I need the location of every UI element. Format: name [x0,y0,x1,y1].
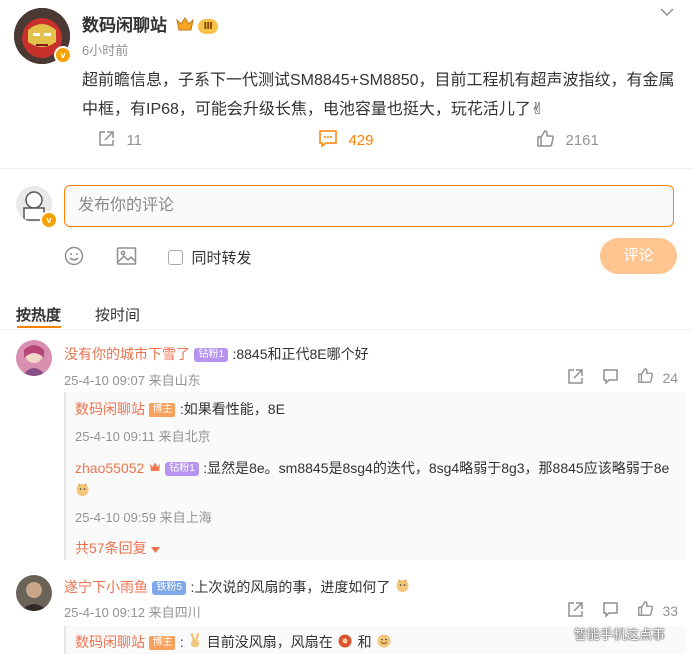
reply-line: 数码闲聊站 博主 : 目前没风扇，风扇在 和 [75,632,392,653]
comment-count: 429 [348,132,374,149]
image-icon[interactable] [116,246,137,271]
fan-crown-icon [149,460,165,477]
host-badge: 博主 [149,402,176,417]
more-replies-link[interactable]: 共57条回复 [75,538,161,558]
share-icon[interactable] [567,601,584,623]
post-time[interactable]: 6小时前 [82,40,128,59]
comment-line: 没有你的城市下雪了 钻粉1 :8845和正代8E哪个好 [64,344,369,364]
reply-author-name[interactable]: zhao55052 [75,460,144,476]
reply-meta: 25-4-10 09:59 来自上海 [75,510,212,525]
emoji-icon[interactable] [64,246,84,271]
reply-icon[interactable] [602,601,619,623]
reply-colon: : [179,634,184,650]
comment-button[interactable]: 429 [318,129,373,152]
checkbox-icon[interactable] [168,250,183,265]
comment-meta: 25-4-10 09:12 来自四川 [64,605,201,620]
repost-checkbox[interactable]: 同时转发 [168,247,251,268]
thumbs-up-icon [637,368,658,388]
repost-icon [97,129,116,152]
share-icon[interactable] [567,368,584,390]
comment-input[interactable] [65,186,673,226]
thumbs-up-icon [536,129,555,152]
comment-like-button[interactable]: 33 [637,600,678,622]
commenter-name[interactable]: 没有你的城市下雪了 [64,346,190,362]
thumbs-up-icon [637,601,658,621]
reply-icon[interactable] [602,368,619,390]
comment-box[interactable] [64,185,674,227]
comment-icon [318,129,338,152]
comment-like-count: 24 [662,370,679,386]
reply-text: :如果看性能，8E [179,401,285,417]
like-count: 2161 [565,132,599,149]
comment-meta: 25-4-10 09:07 来自山东 [64,373,201,388]
fan-badge: 铁粉5 [152,580,187,595]
post-text: 超前瞻信息，子系下一代测试SM8845+SM8850，目前工程机有超声波指纹，有… [82,72,675,118]
reply-line: 数码闲聊站 博主 :如果看性能，8E [75,399,285,419]
doge-emoji-icon [75,483,90,501]
repost-button[interactable]: 11 [97,129,142,152]
comment-like-button[interactable]: 24 [637,367,678,389]
reply-meta: 25-4-10 09:11 来自北京 [75,429,211,444]
reply-author-name[interactable]: 数码闲聊站 [75,634,145,650]
smile-emoji-icon [376,634,392,652]
commenter-avatar[interactable] [16,340,52,376]
level-badge: Ⅲ [198,19,218,35]
reply-author-name[interactable]: 数码闲聊站 [75,401,145,417]
host-badge: 博主 [149,635,176,650]
comment-text: :8845和正代8E哪个好 [232,346,369,362]
reply-text: :显然是8e。sm8845是8sg4的迭代，8sg4略弱于8g3，那8845应该… [203,460,670,476]
caret-down-icon [151,540,161,557]
comment-line: 遂宁下小雨鱼 铁粉5 :上次说的风扇的事，进度如何了 [64,577,410,598]
repost-count: 11 [126,132,143,149]
watermark-text: 智能手机这点事 [574,627,666,642]
like-button[interactable]: 2161 [536,129,599,152]
submit-comment-button[interactable]: 评论 [600,238,677,274]
comment-like-count: 33 [662,603,679,619]
reply-line: zhao55052 钻粉1 :显然是8e。sm8845是8sg4的迭代，8sg4… [75,456,675,505]
verified-badge-icon: v [54,46,72,64]
reply-text: 目前没风扇，风扇在 [206,634,333,650]
divider [0,168,693,169]
divider [0,329,693,330]
repost-label: 同时转发 [191,250,252,267]
member-crown-icon [175,16,194,37]
comment-text: :上次说的风扇的事，进度如何了 [190,579,391,595]
reply-text: 和 [357,634,372,650]
commenter-avatar[interactable] [16,575,52,611]
author-name-text[interactable]: 数码闲聊站 [82,16,167,35]
victory-hand-emoji-icon [188,632,206,652]
commenter-name[interactable]: 遂宁下小雨鱼 [64,579,148,595]
fan-badge: 钻粉1 [165,461,199,476]
fan-badge: 钻粉1 [194,347,229,362]
fan-emoji-icon [337,634,357,652]
doge-emoji-icon [395,578,410,597]
more-replies-text[interactable]: 共57条回复 [75,540,147,556]
post-menu-chevron-icon[interactable] [660,4,674,22]
tab-time[interactable]: 按时间 [95,304,140,325]
current-user-verified-icon: v [40,211,58,229]
tab-hot[interactable]: 按热度 [16,304,61,325]
author-name[interactable]: 数码闲聊站 Ⅲ [82,11,218,37]
active-tab-indicator [17,326,61,328]
